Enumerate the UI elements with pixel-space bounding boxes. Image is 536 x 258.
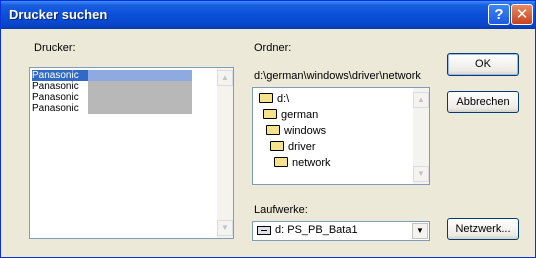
scroll-up-icon[interactable]: ▲ xyxy=(413,92,429,108)
folder-tree-scrollbar[interactable]: ▲ ▼ xyxy=(413,88,429,184)
help-button[interactable]: ? xyxy=(488,4,510,25)
scroll-down-icon[interactable]: ▼ xyxy=(413,166,429,182)
ok-button[interactable]: OK xyxy=(447,53,519,76)
folder-path: d:\german\windows\driver\network xyxy=(254,70,421,82)
folder-name: network xyxy=(292,157,331,169)
redacted-bar xyxy=(88,70,192,81)
open-folder-icon xyxy=(270,141,284,151)
open-folder-icon xyxy=(259,93,273,103)
drives-selected-value: d: PS_PB_Bata1 xyxy=(275,224,358,236)
redacted-bar xyxy=(88,92,192,103)
open-folder-icon xyxy=(263,109,277,119)
folder-name: german xyxy=(281,109,319,121)
folder-item[interactable]: driver xyxy=(270,141,316,156)
open-folder-icon xyxy=(274,157,288,167)
printer-name: Panasonic xyxy=(32,103,79,114)
printer-list-scrollbar[interactable]: ▲ ▼ xyxy=(217,68,233,238)
cancel-button[interactable]: Abbrechen xyxy=(447,91,519,113)
folder-label: Ordner: xyxy=(254,42,292,54)
redacted-bar xyxy=(88,81,192,92)
close-button[interactable]: ✕ xyxy=(511,4,533,25)
drive-icon xyxy=(257,226,271,235)
folder-name: d:\ xyxy=(277,93,290,105)
printer-search-dialog: Drucker suchen ? ✕ Drucker: Panasonic Pa… xyxy=(0,0,536,258)
drives-label: Laufwerke: xyxy=(254,204,308,216)
drives-select[interactable]: d: PS_PB_Bata1 ▼ xyxy=(252,221,430,241)
folder-name: driver xyxy=(288,141,316,153)
folder-item[interactable]: german xyxy=(263,109,318,124)
open-folder-icon xyxy=(266,125,280,135)
window-title: Drucker suchen xyxy=(9,7,108,22)
folder-item[interactable]: d:\ xyxy=(259,93,289,108)
redacted-bar xyxy=(88,103,192,114)
scroll-up-icon[interactable]: ▲ xyxy=(217,70,233,86)
printer-name: Panasonic xyxy=(32,92,79,103)
printer-name: Panasonic xyxy=(32,81,79,92)
chevron-down-icon[interactable]: ▼ xyxy=(412,223,428,239)
title-bar: Drucker suchen ? ✕ xyxy=(1,1,535,29)
folder-item[interactable]: network xyxy=(274,157,331,172)
scroll-down-icon[interactable]: ▼ xyxy=(217,220,233,236)
folder-name: windows xyxy=(284,125,327,137)
printer-label: Drucker: xyxy=(34,42,76,54)
printer-name: Panasonic xyxy=(32,70,88,81)
printer-list[interactable]: Panasonic Panasonic Panasonic Panasonic … xyxy=(29,67,234,239)
folder-tree[interactable]: d:\ german windows driver network ▲ ▼ xyxy=(252,87,430,185)
network-button[interactable]: Netzwerk... xyxy=(447,218,519,240)
folder-item[interactable]: windows xyxy=(266,125,326,140)
